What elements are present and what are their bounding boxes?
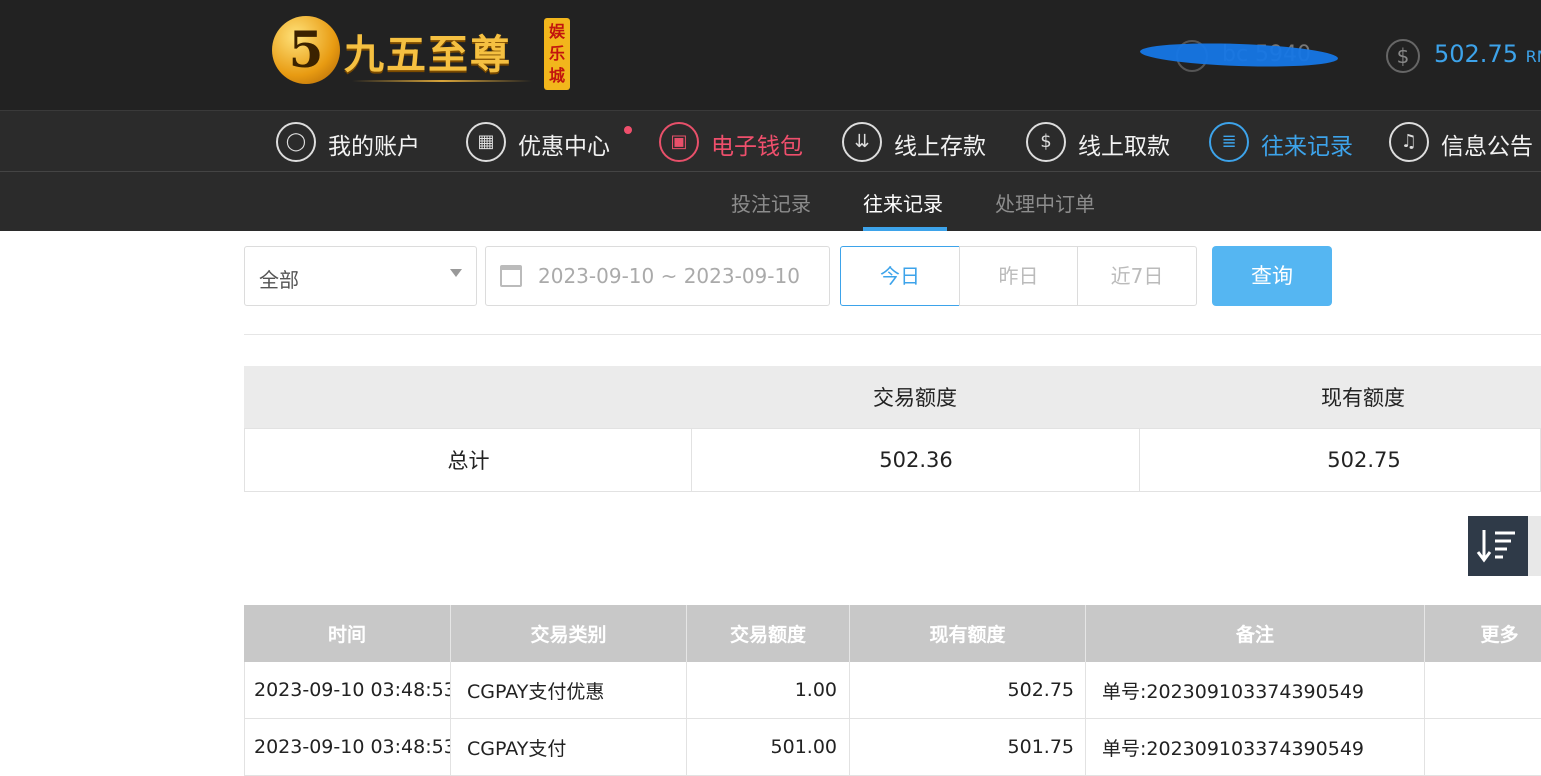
col-type[interactable]: 交易类别 [451,605,686,662]
col-balance[interactable]: 现有额度 [850,605,1085,662]
cell-type: CGPAY支付优惠 [467,680,605,703]
top-header: 5 九五至尊 娱 乐 城 bc 5940 $ 502.75 RMB [0,0,1541,110]
table-header: 时间 交易类别 交易额度 现有额度 备注 更多 [244,605,1541,662]
summary-label: 总计 [447,449,490,473]
cell-balance: 501.75 [1007,736,1074,758]
active-tab-indicator [863,227,947,231]
sort-toggle-partial[interactable] [1528,516,1541,576]
col-time[interactable]: 时间 [244,605,450,662]
col-remark[interactable]: 备注 [1086,605,1424,662]
summary-row: 总计 502.36 502.75 [244,428,1541,492]
caret-down-icon [450,269,462,277]
user-account[interactable]: bc 5940 [1139,36,1340,76]
sort-descending-icon [1476,530,1515,563]
table-row[interactable]: 2023-09-10 03:48:53 CGPAY支付 501.00 501.7… [244,719,1541,776]
tab-bet-records[interactable]: 投注记录 [731,188,811,217]
records-icon: ≣ [1209,122,1249,162]
cell-remark: 单号:202309103374390549 [1102,680,1364,703]
dollar-icon: $ [1386,39,1420,73]
range-today-button[interactable]: 今日 [840,246,960,306]
cell-amount: 1.00 [794,679,837,701]
logo-emblem: 5 [272,16,340,84]
deposit-icon: ⇊ [842,122,882,162]
tab-transaction-records[interactable]: 往来记录 [863,188,943,217]
cell-time: 2023-09-10 03:48:53 [254,736,451,758]
cell-more[interactable] [1425,662,1541,718]
user-icon: ◯ [276,122,316,162]
bell-icon: ♫ [1389,122,1429,162]
transactions-table: 时间 交易类别 交易额度 现有额度 备注 更多 2023-09-10 03:48… [244,605,1541,776]
section-divider [244,334,1541,335]
table-row[interactable]: 2023-09-10 03:48:53 CGPAY支付优惠 1.00 502.7… [244,662,1541,719]
sort-button[interactable] [1468,516,1528,576]
cell-more[interactable] [1425,719,1541,775]
withdraw-icon: $ [1026,122,1066,162]
range-yesterday-button[interactable]: 昨日 [959,246,1078,306]
summary-balance: 502.75 [1327,448,1401,472]
balance-amount[interactable]: 502.75 RMB [1434,40,1541,68]
main-nav: ◯ 我的账户 ▦ 优惠中心 ▣ 电子钱包 ⇊ 线上存款 $ 线上取款 ≣ 往来记… [0,110,1541,172]
date-range-picker[interactable]: 2023-09-10 ~ 2023-09-10 [485,246,830,306]
cell-time: 2023-09-10 03:48:53 [254,679,451,701]
transaction-type-select[interactable]: 全部 [244,246,477,306]
site-logo[interactable]: 5 九五至尊 娱 乐 城 [272,14,572,96]
range-7days-button[interactable]: 近7日 [1077,246,1197,306]
tab-pending-orders[interactable]: 处理中订单 [995,188,1095,217]
cell-type: CGPAY支付 [467,737,567,760]
notification-dot [624,126,632,134]
cell-remark: 单号:202309103374390549 [1102,737,1364,760]
summary-header-balance: 现有额度 [1321,386,1405,410]
gift-icon: ▦ [466,122,506,162]
cell-balance: 502.75 [1007,679,1074,701]
calendar-icon [500,265,522,287]
logo-divider [352,80,532,82]
wallet-icon: ▣ [659,122,699,162]
col-amount[interactable]: 交易额度 [687,605,849,662]
summary-header: 交易额度 现有额度 [244,366,1541,428]
logo-title: 九五至尊 [344,31,512,78]
sub-nav: 投注记录 往来记录 处理中订单 [0,172,1541,231]
logo-badge: 娱 乐 城 [544,18,570,90]
summary-amount: 502.36 [879,448,953,472]
col-more[interactable]: 更多 [1425,605,1541,662]
cell-amount: 501.00 [770,736,837,758]
summary-header-amount: 交易额度 [873,386,957,410]
query-button[interactable]: 查询 [1212,246,1332,306]
